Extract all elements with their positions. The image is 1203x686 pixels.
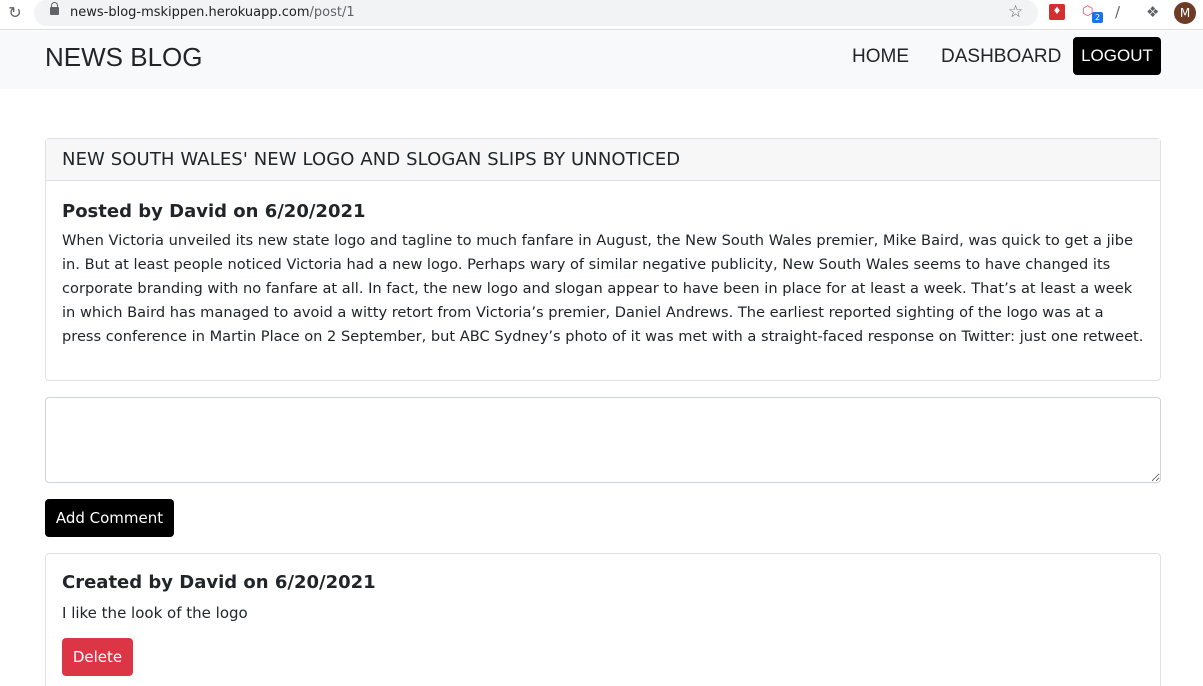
profile-avatar[interactable]: M [1174, 2, 1196, 24]
comment-text: I like the look of the logo [62, 604, 248, 622]
url-text[interactable]: news-blog-mskippen.herokuapp.com/post/1 [70, 4, 355, 22]
add-comment-button[interactable]: Add Comment [45, 499, 174, 537]
extension-icon[interactable]: ⬡ 2 [1082, 4, 1103, 23]
post-title: NEW SOUTH WALES' NEW LOGO AND SLOGAN SLI… [62, 149, 681, 170]
reload-icon[interactable]: ↻ [6, 4, 24, 22]
post-body-text: When Victoria unveiled its new state log… [62, 232, 1144, 345]
address-bar[interactable]: news-blog-mskippen.herokuapp.com/post/1 [34, 0, 1038, 26]
browser-toolbar: ↻ news-blog-mskippen.herokuapp.com/post/… [0, 0, 1203, 30]
eyedropper-extension-icon[interactable]: ∕ [1115, 4, 1131, 20]
brand-link[interactable]: NEWS BLOG [45, 41, 202, 73]
pdf-extension-icon[interactable]: ♦ [1049, 4, 1065, 20]
url-path: /post/1 [309, 5, 355, 20]
url-host: news-blog-mskippen.herokuapp.com [70, 5, 310, 20]
logout-button[interactable]: LOGOUT [1073, 37, 1161, 75]
post-card-body: Posted by David on 6/20/2021 When Victor… [46, 181, 1160, 365]
delete-comment-button[interactable]: Delete [62, 638, 133, 676]
post-card: NEW SOUTH WALES' NEW LOGO AND SLOGAN SLI… [45, 138, 1161, 381]
post-card-header: NEW SOUTH WALES' NEW LOGO AND SLOGAN SLI… [46, 139, 1160, 181]
extension-badge: 2 [1092, 12, 1103, 23]
comment-card-body: Created by David on 6/20/2021 I like the… [46, 554, 1160, 686]
site-navbar: NEWS BLOG HOME DASHBOARD LOGOUT [0, 31, 1203, 89]
nav-home-link[interactable]: HOME [852, 45, 909, 69]
comment-card: Created by David on 6/20/2021 I like the… [45, 553, 1161, 686]
bookmark-star-icon[interactable]: ☆ [1008, 2, 1023, 22]
comment-meta: Created by David on 6/20/2021 [62, 572, 376, 593]
comment-textarea[interactable] [45, 397, 1161, 483]
nav-dashboard-link[interactable]: DASHBOARD [941, 45, 1061, 69]
extensions-puzzle-icon[interactable]: ❖ [1146, 4, 1162, 20]
lock-icon[interactable] [50, 2, 59, 15]
post-meta: Posted by David on 6/20/2021 [62, 201, 366, 222]
